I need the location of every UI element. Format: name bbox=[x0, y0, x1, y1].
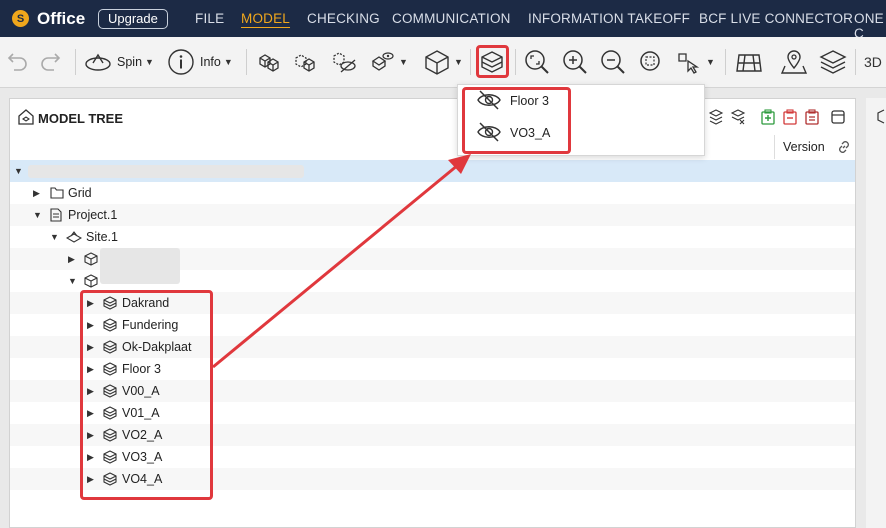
annotation-arrow bbox=[212, 154, 471, 369]
